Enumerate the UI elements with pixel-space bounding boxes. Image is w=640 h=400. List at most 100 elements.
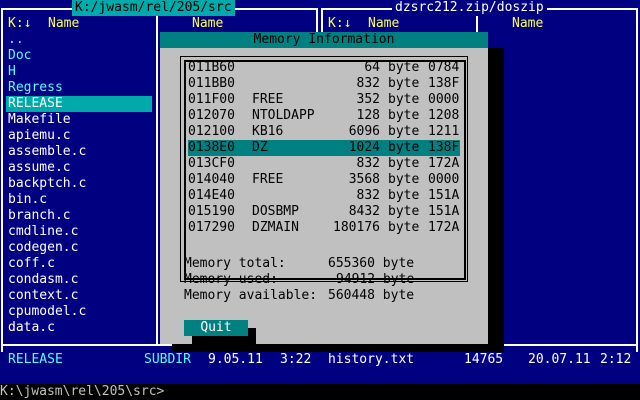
memory-total-value: 655360 byte bbox=[328, 256, 415, 271]
file-item[interactable]: data.c bbox=[8, 320, 55, 336]
memory-owner-id: 151A bbox=[428, 204, 460, 219]
memory-size: 3568 bbox=[348, 172, 380, 187]
memory-size: 6096 bbox=[348, 124, 380, 139]
memory-owner-id: 0784 bbox=[428, 60, 460, 75]
memory-owner-name: FREE bbox=[252, 92, 284, 107]
memory-info-dialog: Memory Information 011B60 64 byte 0784 011BB… bbox=[160, 32, 488, 344]
memory-address: 011B60 bbox=[188, 60, 235, 75]
memory-row[interactable]: 012070 NTOLDAPP 128 byte 1208 bbox=[188, 108, 460, 124]
memory-address: 012100 bbox=[188, 124, 235, 139]
left-panel-path[interactable]: K:/jwasm/rel/205/src bbox=[72, 0, 235, 16]
memory-size: 64 bbox=[364, 60, 380, 75]
memory-size: 128 bbox=[356, 108, 380, 123]
column-header-name[interactable]: Name bbox=[48, 16, 79, 32]
memory-total-label: Memory total: bbox=[184, 256, 286, 271]
file-item[interactable]: assemble.c bbox=[8, 144, 86, 160]
status-time: 3:22 bbox=[280, 352, 312, 367]
folder-item[interactable]: Regress bbox=[8, 80, 63, 96]
column-header-name[interactable]: Name bbox=[512, 16, 543, 32]
memory-unit: byte bbox=[388, 60, 420, 75]
file-item[interactable]: cpumodel.c bbox=[8, 304, 86, 320]
memory-unit: byte bbox=[388, 220, 420, 235]
memory-unit: byte bbox=[388, 140, 420, 155]
memory-unit: byte bbox=[388, 92, 420, 107]
memory-owner-id: 1208 bbox=[428, 108, 460, 123]
panel-border-right bbox=[636, 8, 638, 352]
memory-row[interactable]: 015190 DOSBMP 8432 byte 151A bbox=[188, 204, 460, 220]
panel-border-left bbox=[1, 8, 3, 352]
memory-size: 1024 bbox=[348, 140, 380, 155]
memory-available-label: Memory available: bbox=[184, 288, 318, 303]
memory-address: 014E40 bbox=[188, 188, 235, 203]
file-item[interactable]: coff.c bbox=[8, 256, 55, 272]
memory-size: 352 bbox=[356, 92, 380, 107]
file-item[interactable]: cmdline.c bbox=[8, 224, 78, 240]
memory-row[interactable]: 013CF0 832 byte 172A bbox=[188, 156, 460, 172]
memory-row[interactable]: 011B60 64 byte 0784 bbox=[188, 60, 460, 76]
memory-row[interactable]: 012100 KB16 6096 byte 1211 bbox=[188, 124, 460, 140]
memory-owner-name: FREE bbox=[252, 172, 284, 187]
file-item[interactable]: bin.c bbox=[8, 192, 47, 208]
memory-unit: byte bbox=[388, 156, 420, 171]
memory-size: 832 bbox=[356, 76, 380, 91]
quit-button[interactable]: Quit bbox=[184, 320, 248, 336]
folder-item[interactable]: .. bbox=[8, 32, 24, 48]
file-item[interactable]: assume.c bbox=[8, 160, 71, 176]
sort-indicator[interactable]: K:↓ bbox=[8, 16, 31, 32]
memory-owner-name: DOSBMP bbox=[252, 204, 299, 219]
memory-owner-name: DZ bbox=[252, 140, 268, 155]
memory-row[interactable]: 017290 DZMAIN 180176 byte 172A bbox=[188, 220, 460, 236]
memory-address: 013CF0 bbox=[188, 156, 235, 171]
right-panel-path[interactable]: dzsrc212.zip/doszip bbox=[392, 0, 547, 16]
status-filename: RELEASE bbox=[8, 352, 63, 367]
folder-item[interactable]: H bbox=[8, 64, 16, 80]
file-item[interactable]: branch.c bbox=[8, 208, 71, 224]
memory-used-label: Memory used: bbox=[184, 272, 278, 287]
folder-item[interactable]: Doc bbox=[8, 48, 31, 64]
memory-owner-id: 172A bbox=[428, 220, 460, 235]
command-line[interactable]: K:\jwasm\rel\205\src> bbox=[0, 384, 640, 400]
file-item[interactable]: codegen.c bbox=[8, 240, 78, 256]
memory-owner-id: 0000 bbox=[428, 92, 460, 107]
memory-address: 0138E0 bbox=[188, 140, 235, 155]
memory-address: 014040 bbox=[188, 172, 235, 187]
memory-owner-id: 151A bbox=[428, 188, 460, 203]
memory-row[interactable]: 014E40 832 byte 151A bbox=[188, 188, 460, 204]
file-item[interactable]: context.c bbox=[8, 288, 78, 304]
memory-owner-id: 1211 bbox=[428, 124, 460, 139]
memory-unit: byte bbox=[388, 108, 420, 123]
memory-size: 832 bbox=[356, 156, 380, 171]
memory-address: 015190 bbox=[188, 204, 235, 219]
memory-owner-id: 138F bbox=[428, 76, 460, 91]
memory-unit: byte bbox=[388, 124, 420, 139]
sort-indicator[interactable]: K:↓ bbox=[328, 16, 351, 32]
panel-column-divider bbox=[156, 16, 158, 344]
memory-unit: byte bbox=[388, 204, 420, 219]
memory-address: 011BB0 bbox=[188, 76, 235, 91]
memory-owner-name: NTOLDAPP bbox=[252, 108, 315, 123]
status-filename: history.txt bbox=[328, 352, 415, 367]
memory-row[interactable]: 011F00 FREE 352 byte 0000 bbox=[188, 92, 460, 108]
memory-unit: byte bbox=[388, 172, 420, 187]
file-item[interactable]: backptch.c bbox=[8, 176, 86, 192]
memory-size: 8432 bbox=[348, 204, 380, 219]
memory-unit: byte bbox=[388, 188, 420, 203]
memory-address: 012070 bbox=[188, 108, 235, 123]
memory-row[interactable]: 0138E0 DZ 1024 byte 138F bbox=[188, 140, 460, 156]
memory-row[interactable]: 014040 FREE 3568 byte 0000 bbox=[188, 172, 460, 188]
memory-address: 011F00 bbox=[188, 92, 235, 107]
status-size: 14765 bbox=[464, 352, 504, 367]
memory-owner-name: KB16 bbox=[252, 124, 284, 139]
status-date: 9.05.11 bbox=[208, 352, 263, 367]
column-header-name[interactable]: Name bbox=[192, 16, 223, 32]
memory-used-value: 94912 byte bbox=[336, 272, 415, 287]
memory-row[interactable]: 011BB0 832 byte 138F bbox=[188, 76, 460, 92]
selected-folder-item[interactable]: RELEASE bbox=[6, 96, 152, 112]
memory-size: 832 bbox=[356, 188, 380, 203]
dialog-title: Memory Information bbox=[160, 32, 488, 48]
column-header-name[interactable]: Name bbox=[368, 16, 399, 32]
file-item[interactable]: Makefile bbox=[8, 112, 71, 128]
file-item[interactable]: condasm.c bbox=[8, 272, 78, 288]
file-item[interactable]: apiemu.c bbox=[8, 128, 71, 144]
memory-owner-name: DZMAIN bbox=[252, 220, 299, 235]
